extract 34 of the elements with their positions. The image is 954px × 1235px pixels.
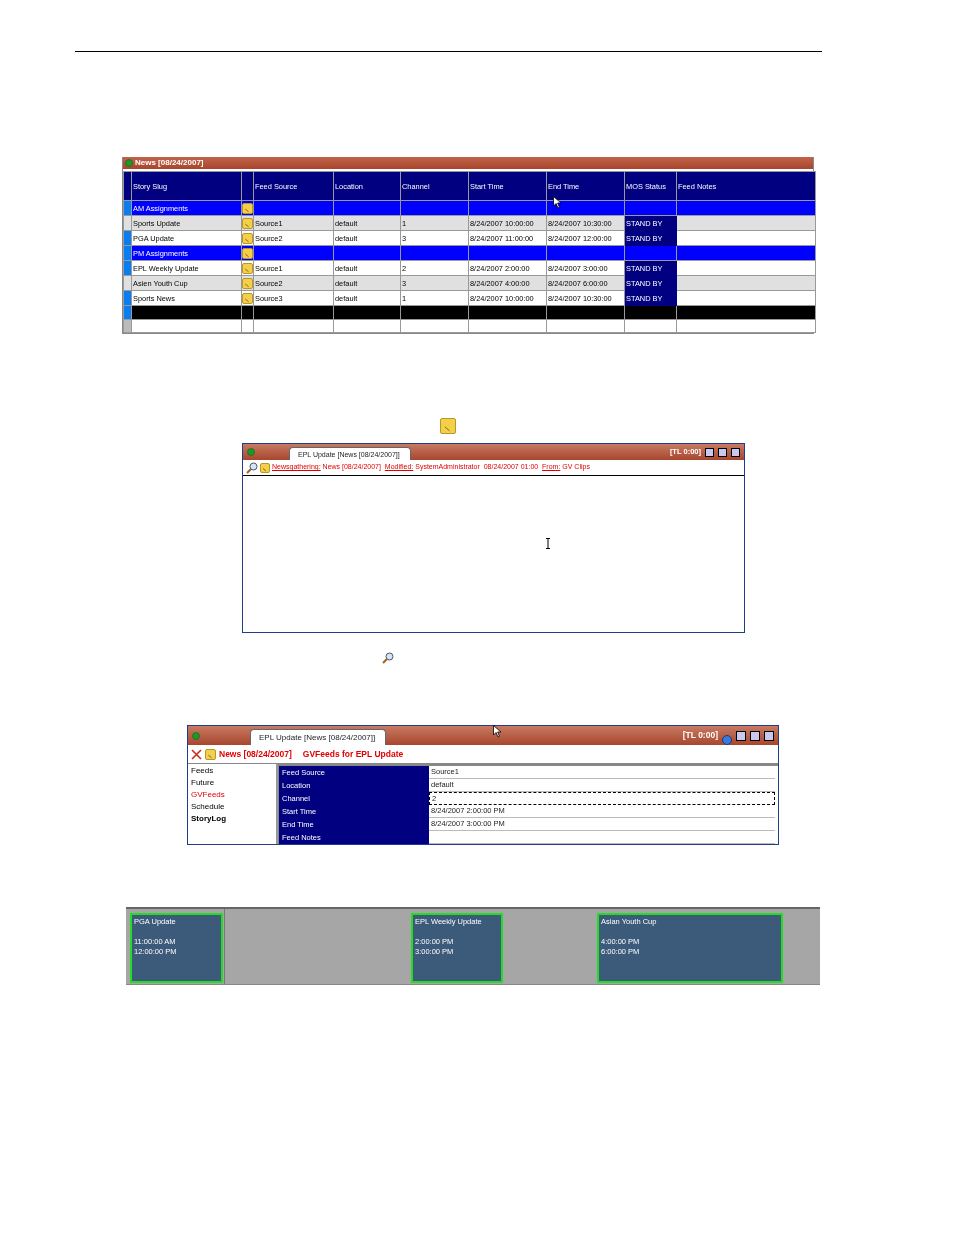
search-icon[interactable] <box>382 652 394 664</box>
minimize-button[interactable] <box>736 730 746 741</box>
nav-item[interactable]: Schedule <box>191 801 273 813</box>
minimize-button[interactable] <box>705 447 714 457</box>
note-icon <box>242 277 253 289</box>
maximize-button[interactable] <box>718 447 727 457</box>
window-tab[interactable]: EPL Update [News [08/24/2007]] <box>250 729 387 746</box>
note-icon <box>242 217 253 229</box>
status-icon <box>247 448 255 456</box>
note-icon <box>440 418 456 434</box>
timer-label: [TL 0:00] <box>682 729 718 743</box>
note-icon <box>242 292 253 304</box>
close-button[interactable] <box>764 730 774 741</box>
note-icon <box>205 748 216 760</box>
window-title: News [08/24/2007] <box>135 157 204 169</box>
globe-icon[interactable] <box>722 735 732 746</box>
heading: News [08/24/2007] <box>219 747 292 761</box>
nav-item[interactable]: GVFeeds <box>191 789 273 801</box>
nav-item[interactable]: StoryLog <box>191 813 273 825</box>
nav-item[interactable]: Future <box>191 777 273 789</box>
note-icon <box>260 462 270 473</box>
status-icon <box>125 159 133 167</box>
nav-item[interactable]: Feeds <box>191 765 273 777</box>
status-icon <box>192 731 200 740</box>
search-icon[interactable] <box>246 461 258 474</box>
note-icon <box>242 202 253 214</box>
maximize-button[interactable] <box>750 730 760 741</box>
note-icon <box>242 247 253 259</box>
close-button[interactable] <box>731 447 740 457</box>
subheading: GVFeeds for EPL Update <box>302 747 404 761</box>
pointer-icon <box>553 196 562 209</box>
text-cursor-icon <box>545 538 551 549</box>
note-icon <box>242 262 253 274</box>
note-icon <box>242 232 253 244</box>
